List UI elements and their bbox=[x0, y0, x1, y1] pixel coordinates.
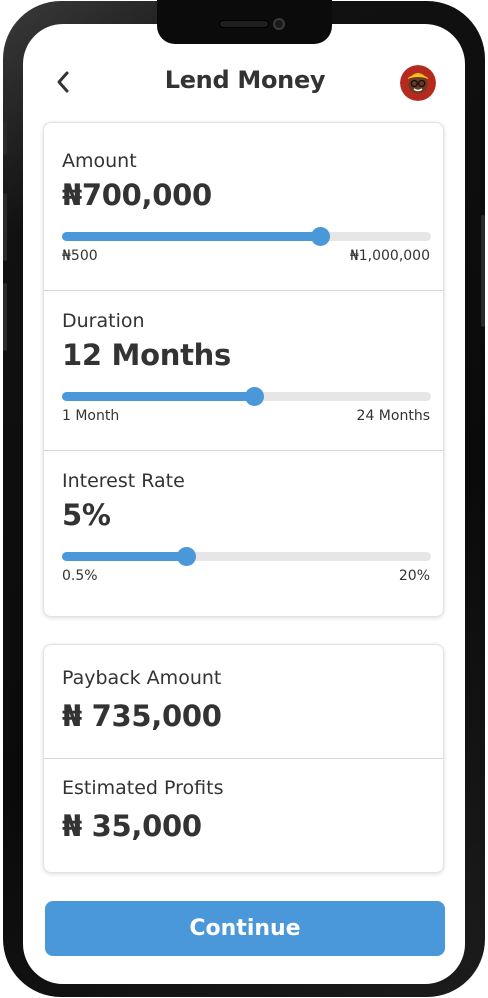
amount-value: ₦700,000 bbox=[62, 178, 212, 212]
duration-max-label: 24 Months bbox=[356, 408, 430, 424]
interest-rate-min-label: 0.5% bbox=[62, 568, 98, 584]
speaker-grille bbox=[219, 20, 269, 28]
duration-label: Duration bbox=[62, 310, 145, 332]
interest-rate-label: Interest Rate bbox=[62, 470, 185, 492]
interest-rate-slider-fill bbox=[62, 552, 186, 561]
divider bbox=[44, 758, 443, 759]
duration-slider-handle[interactable] bbox=[244, 387, 264, 406]
amount-slider-fill bbox=[62, 232, 321, 241]
amount-label: Amount bbox=[62, 150, 137, 172]
duration-slider-fill bbox=[62, 392, 254, 401]
duration-value: 12 Months bbox=[62, 338, 231, 372]
amount-min-label: ₦500 bbox=[62, 248, 98, 264]
amount-slider-handle[interactable] bbox=[311, 227, 331, 246]
front-camera-icon bbox=[273, 18, 285, 30]
duration-slider[interactable] bbox=[62, 387, 431, 406]
user-avatar-icon bbox=[400, 65, 436, 101]
payback-amount-label: Payback Amount bbox=[62, 667, 222, 689]
loan-settings-card: Amount ₦700,000 ₦500 ₦1,000,000 Duration… bbox=[43, 122, 444, 617]
divider bbox=[44, 290, 443, 291]
duration-min-label: 1 Month bbox=[62, 408, 120, 424]
avatar[interactable] bbox=[400, 65, 436, 101]
continue-button[interactable]: Continue bbox=[45, 901, 445, 956]
back-button[interactable] bbox=[49, 66, 77, 98]
interest-rate-value: 5% bbox=[62, 498, 111, 532]
payback-amount-value: ₦ 735,000 bbox=[62, 699, 222, 733]
amount-slider[interactable] bbox=[62, 227, 431, 246]
notch bbox=[157, 0, 332, 44]
interest-rate-slider-handle[interactable] bbox=[176, 547, 196, 566]
interest-rate-max-label: 20% bbox=[398, 568, 430, 584]
estimated-profits-label: Estimated Profits bbox=[62, 777, 224, 799]
interest-rate-slider[interactable] bbox=[62, 547, 431, 566]
page-title: Lend Money bbox=[164, 66, 326, 94]
amount-max-label: ₦1,000,000 bbox=[349, 248, 430, 264]
loan-summary-card: Payback Amount ₦ 735,000 Estimated Profi… bbox=[43, 644, 444, 873]
divider bbox=[44, 450, 443, 451]
app-content: Lend Money Amount ₦700,000 ₦500 ₦1,000,0… bbox=[0, 0, 488, 998]
estimated-profits-value: ₦ 35,000 bbox=[62, 809, 202, 843]
chevron-left-icon bbox=[57, 71, 69, 93]
